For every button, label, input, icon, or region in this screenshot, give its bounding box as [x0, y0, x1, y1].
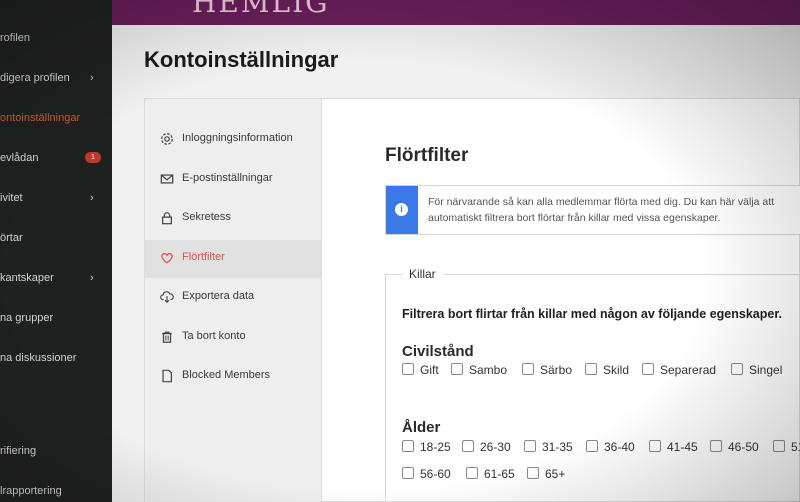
- settings-nav-blocked-members[interactable]: Blocked Members: [145, 358, 321, 396]
- envelope-icon: [160, 174, 174, 184]
- sidebar-item-profile[interactable]: rofilen: [0, 28, 112, 48]
- sidebar-item-flirts[interactable]: örtar: [0, 228, 112, 248]
- sidebar-item-reporting[interactable]: lrapportering: [0, 481, 112, 501]
- info-text-line: automatiskt filtrera bort flörtar från k…: [428, 212, 721, 224]
- main-sidebar: rofilen digera profilen › ontoinställning…: [0, 0, 112, 502]
- age-title: Ålder: [402, 419, 441, 436]
- heart-icon: [161, 253, 173, 264]
- section-title: Flörtfilter: [385, 145, 469, 166]
- settings-nav-export-data[interactable]: Exportera data: [145, 279, 321, 317]
- civil-status-title: Civilstånd: [402, 343, 474, 360]
- unread-badge: 1: [85, 152, 101, 163]
- filter-heading: Filtrera bort flirtar från killar med nå…: [402, 307, 782, 321]
- sidebar-item-account-settings[interactable]: ontoinställningar: [0, 108, 112, 128]
- sidebar-item-acquaintances[interactable]: kantskaper ›: [0, 268, 112, 288]
- sidebar-item-verification[interactable]: rifiering: [0, 441, 112, 461]
- cloud-download-icon: [160, 291, 174, 304]
- sidebar-item-my-discussions[interactable]: na diskussioner: [0, 348, 112, 368]
- trash-icon: [162, 331, 172, 343]
- top-banner: HEMLIG: [112, 0, 800, 25]
- gear-icon: [161, 133, 173, 145]
- settings-nav-delete-account[interactable]: Ta bort konto: [145, 319, 321, 357]
- sidebar-item-my-groups[interactable]: na grupper: [0, 308, 112, 328]
- settings-nav-email[interactable]: E-postinställningar: [145, 161, 321, 199]
- sidebar-item-edit-profile[interactable]: digera profilen ›: [0, 68, 112, 88]
- chevron-right-icon: ›: [90, 272, 94, 284]
- info-alert: i För närvarande så kan alla medlemmar f…: [385, 185, 800, 235]
- info-text-line: För närvarande så kan alla medlemmar flö…: [428, 196, 775, 208]
- settings-card: Inloggningsinformation E-postinställning…: [144, 98, 800, 502]
- fieldset-legend: Killar: [402, 267, 443, 281]
- sidebar-item-inbox[interactable]: evlådan 1: [0, 148, 112, 168]
- settings-nav-privacy[interactable]: Sekretess: [145, 200, 321, 238]
- flirt-filter-panel: Flörtfilter i För närvarande så kan alla…: [323, 99, 800, 502]
- document-icon: [162, 369, 172, 383]
- settings-nav-flirt-filter[interactable]: Flörtfilter: [145, 240, 321, 278]
- page-title: Kontoinställningar: [144, 47, 339, 72]
- main-content: Kontoinställningar Inloggningsinformatio…: [112, 25, 800, 502]
- settings-nav-login-info[interactable]: Inloggningsinformation: [145, 121, 321, 159]
- chevron-right-icon: ›: [90, 192, 94, 204]
- men-fieldset: Killar Filtrera bort flirtar från killar…: [385, 267, 800, 502]
- info-icon: i: [395, 203, 408, 216]
- settings-nav: Inloggningsinformation E-postinställning…: [145, 99, 322, 502]
- sidebar-item-activity[interactable]: ivitet ›: [0, 188, 112, 208]
- lock-icon: [162, 212, 172, 225]
- chevron-right-icon: ›: [90, 72, 94, 84]
- site-logo[interactable]: HEMLIG: [192, 0, 330, 19]
